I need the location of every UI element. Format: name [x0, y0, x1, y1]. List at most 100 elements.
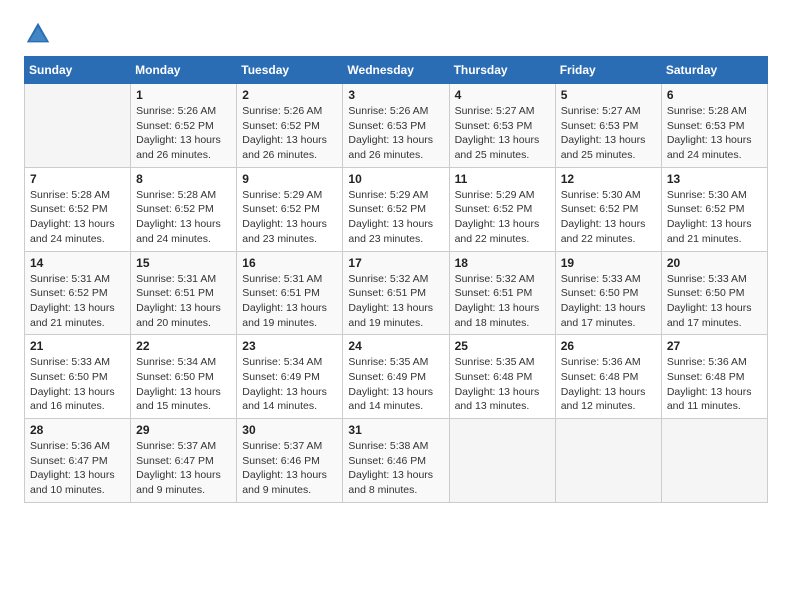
- calendar-cell: 31Sunrise: 5:38 AM Sunset: 6:46 PM Dayli…: [343, 419, 449, 503]
- day-detail: Sunrise: 5:31 AM Sunset: 6:51 PM Dayligh…: [242, 272, 337, 331]
- calendar-cell: 14 Sunrise: 5:31 AM Sunset: 6:52 PM Dayli…: [25, 251, 131, 335]
- day-number: 13: [667, 172, 762, 186]
- day-detail: Sunrise: 5:31 AM Sunset: 6:52 PM Dayligh…: [30, 272, 125, 331]
- calendar-cell: 1 Sunrise: 5:26 AM Sunset: 6:52 PM Daylig…: [131, 84, 237, 168]
- calendar-cell: 5 Sunrise: 5:27 AM Sunset: 6:53 PM Daylig…: [555, 84, 661, 168]
- calendar-cell: 7 Sunrise: 5:28 AM Sunset: 6:52 PM Daylig…: [25, 167, 131, 251]
- day-number: 8: [136, 172, 231, 186]
- calendar-cell: 30 Sunrise: 5:37 AM Sunset: 6:46 PM Dayli…: [237, 419, 343, 503]
- day-number: 30: [242, 423, 337, 437]
- day-detail: Sunrise: 5:26 AM Sunset: 6:52 PM Dayligh…: [136, 104, 231, 163]
- day-detail: Sunrise: 5:35 AM Sunset: 6:49 PM Dayligh…: [348, 355, 443, 414]
- day-number: 16: [242, 256, 337, 270]
- weekday-header-thursday: Thursday: [449, 57, 555, 84]
- day-detail: Sunrise: 5:36 AM Sunset: 6:47 PM Dayligh…: [30, 439, 125, 498]
- day-number: 28: [30, 423, 125, 437]
- day-detail: Sunrise: 5:33 AM Sunset: 6:50 PM Dayligh…: [561, 272, 656, 331]
- calendar-cell: 6 Sunrise: 5:28 AM Sunset: 6:53 PM Daylig…: [661, 84, 767, 168]
- day-number: 2: [242, 88, 337, 102]
- day-detail: Sunrise: 5:35 AM Sunset: 6:48 PM Dayligh…: [455, 355, 550, 414]
- day-detail: Sunrise: 5:34 AM Sunset: 6:50 PM Dayligh…: [136, 355, 231, 414]
- day-number: 20: [667, 256, 762, 270]
- calendar-cell: 26 Sunrise: 5:36 AM Sunset: 6:48 PM Dayli…: [555, 335, 661, 419]
- calendar-cell: 18 Sunrise: 5:32 AM Sunset: 6:51 PM Dayli…: [449, 251, 555, 335]
- calendar-cell: [555, 419, 661, 503]
- day-detail: Sunrise: 5:32 AM Sunset: 6:51 PM Dayligh…: [348, 272, 443, 331]
- calendar-cell: 2 Sunrise: 5:26 AM Sunset: 6:52 PM Daylig…: [237, 84, 343, 168]
- calendar-cell: 28 Sunrise: 5:36 AM Sunset: 6:47 PM Dayli…: [25, 419, 131, 503]
- day-number: 26: [561, 339, 656, 353]
- day-number: 17: [348, 256, 443, 270]
- day-number: 7: [30, 172, 125, 186]
- day-number: 3: [348, 88, 443, 102]
- weekday-header-row: SundayMondayTuesdayWednesdayThursdayFrid…: [25, 57, 768, 84]
- day-detail: Sunrise: 5:30 AM Sunset: 6:52 PM Dayligh…: [561, 188, 656, 247]
- weekday-header-monday: Monday: [131, 57, 237, 84]
- day-number: 18: [455, 256, 550, 270]
- calendar-cell: 11 Sunrise: 5:29 AM Sunset: 6:52 PM Dayli…: [449, 167, 555, 251]
- day-detail: Sunrise: 5:26 AM Sunset: 6:52 PM Dayligh…: [242, 104, 337, 163]
- day-number: 6: [667, 88, 762, 102]
- logo: [24, 20, 58, 48]
- day-detail: Sunrise: 5:32 AM Sunset: 6:51 PM Dayligh…: [455, 272, 550, 331]
- weekday-header-friday: Friday: [555, 57, 661, 84]
- calendar-cell: 25 Sunrise: 5:35 AM Sunset: 6:48 PM Dayli…: [449, 335, 555, 419]
- day-number: 29: [136, 423, 231, 437]
- logo-icon: [24, 20, 52, 48]
- day-number: 23: [242, 339, 337, 353]
- calendar-cell: 12 Sunrise: 5:30 AM Sunset: 6:52 PM Dayli…: [555, 167, 661, 251]
- calendar-cell: 17 Sunrise: 5:32 AM Sunset: 6:51 PM Dayli…: [343, 251, 449, 335]
- day-detail: Sunrise: 5:34 AM Sunset: 6:49 PM Dayligh…: [242, 355, 337, 414]
- calendar-cell: 15 Sunrise: 5:31 AM Sunset: 6:51 PM Dayli…: [131, 251, 237, 335]
- calendar-cell: 23 Sunrise: 5:34 AM Sunset: 6:49 PM Dayli…: [237, 335, 343, 419]
- day-number: 15: [136, 256, 231, 270]
- calendar-week-row: 7 Sunrise: 5:28 AM Sunset: 6:52 PM Daylig…: [25, 167, 768, 251]
- day-number: 4: [455, 88, 550, 102]
- calendar-cell: 24Sunrise: 5:35 AM Sunset: 6:49 PM Dayli…: [343, 335, 449, 419]
- calendar-cell: 20 Sunrise: 5:33 AM Sunset: 6:50 PM Dayli…: [661, 251, 767, 335]
- calendar-cell: 29Sunrise: 5:37 AM Sunset: 6:47 PM Dayli…: [131, 419, 237, 503]
- day-detail: Sunrise: 5:30 AM Sunset: 6:52 PM Dayligh…: [667, 188, 762, 247]
- calendar-cell: 13 Sunrise: 5:30 AM Sunset: 6:52 PM Dayli…: [661, 167, 767, 251]
- day-detail: Sunrise: 5:37 AM Sunset: 6:46 PM Dayligh…: [242, 439, 337, 498]
- day-detail: Sunrise: 5:27 AM Sunset: 6:53 PM Dayligh…: [561, 104, 656, 163]
- day-number: 12: [561, 172, 656, 186]
- calendar-cell: [661, 419, 767, 503]
- weekday-header-tuesday: Tuesday: [237, 57, 343, 84]
- day-detail: Sunrise: 5:36 AM Sunset: 6:48 PM Dayligh…: [667, 355, 762, 414]
- day-number: 19: [561, 256, 656, 270]
- day-number: 5: [561, 88, 656, 102]
- calendar-cell: 21 Sunrise: 5:33 AM Sunset: 6:50 PM Dayli…: [25, 335, 131, 419]
- day-number: 21: [30, 339, 125, 353]
- weekday-header-sunday: Sunday: [25, 57, 131, 84]
- day-detail: Sunrise: 5:36 AM Sunset: 6:48 PM Dayligh…: [561, 355, 656, 414]
- day-detail: Sunrise: 5:38 AM Sunset: 6:46 PM Dayligh…: [348, 439, 443, 498]
- day-number: 25: [455, 339, 550, 353]
- calendar-week-row: 21 Sunrise: 5:33 AM Sunset: 6:50 PM Dayli…: [25, 335, 768, 419]
- calendar-cell: 8 Sunrise: 5:28 AM Sunset: 6:52 PM Daylig…: [131, 167, 237, 251]
- calendar-cell: [25, 84, 131, 168]
- day-number: 9: [242, 172, 337, 186]
- day-detail: Sunrise: 5:31 AM Sunset: 6:51 PM Dayligh…: [136, 272, 231, 331]
- day-detail: Sunrise: 5:29 AM Sunset: 6:52 PM Dayligh…: [455, 188, 550, 247]
- day-detail: Sunrise: 5:33 AM Sunset: 6:50 PM Dayligh…: [667, 272, 762, 331]
- calendar-cell: 27 Sunrise: 5:36 AM Sunset: 6:48 PM Dayli…: [661, 335, 767, 419]
- calendar-cell: 22Sunrise: 5:34 AM Sunset: 6:50 PM Dayli…: [131, 335, 237, 419]
- day-detail: Sunrise: 5:28 AM Sunset: 6:52 PM Dayligh…: [136, 188, 231, 247]
- day-detail: Sunrise: 5:28 AM Sunset: 6:52 PM Dayligh…: [30, 188, 125, 247]
- day-number: 1: [136, 88, 231, 102]
- weekday-header-wednesday: Wednesday: [343, 57, 449, 84]
- day-number: 27: [667, 339, 762, 353]
- calendar-cell: 9Sunrise: 5:29 AM Sunset: 6:52 PM Daylig…: [237, 167, 343, 251]
- calendar-week-row: 1 Sunrise: 5:26 AM Sunset: 6:52 PM Daylig…: [25, 84, 768, 168]
- day-detail: Sunrise: 5:26 AM Sunset: 6:53 PM Dayligh…: [348, 104, 443, 163]
- calendar-cell: [449, 419, 555, 503]
- calendar-cell: 16 Sunrise: 5:31 AM Sunset: 6:51 PM Dayli…: [237, 251, 343, 335]
- day-number: 14: [30, 256, 125, 270]
- day-detail: Sunrise: 5:33 AM Sunset: 6:50 PM Dayligh…: [30, 355, 125, 414]
- day-number: 11: [455, 172, 550, 186]
- calendar-week-row: 14 Sunrise: 5:31 AM Sunset: 6:52 PM Dayli…: [25, 251, 768, 335]
- day-detail: Sunrise: 5:28 AM Sunset: 6:53 PM Dayligh…: [667, 104, 762, 163]
- weekday-header-saturday: Saturday: [661, 57, 767, 84]
- calendar-cell: 3 Sunrise: 5:26 AM Sunset: 6:53 PM Daylig…: [343, 84, 449, 168]
